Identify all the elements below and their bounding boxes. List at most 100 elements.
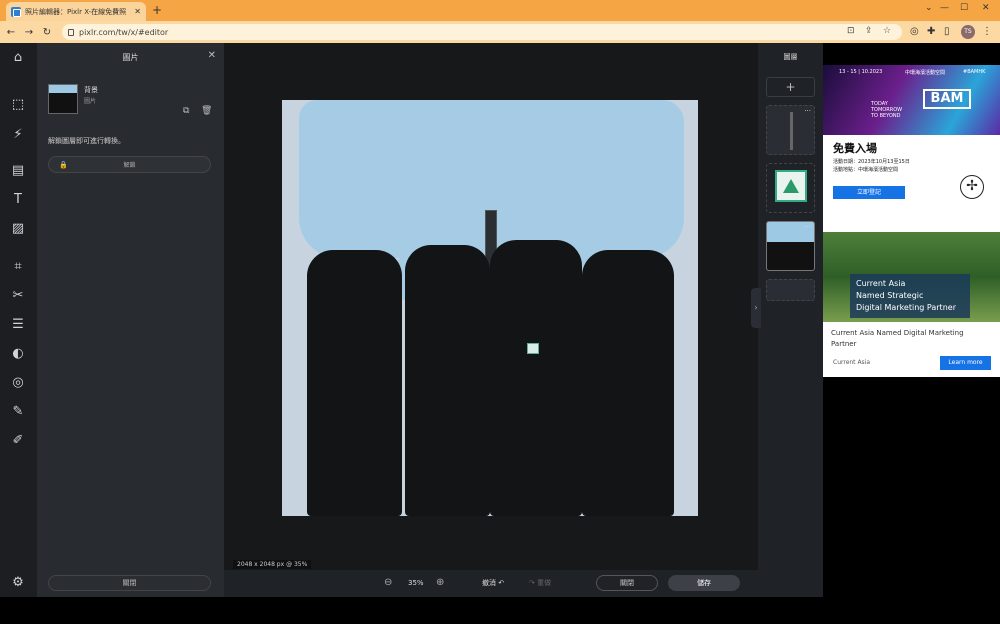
reload-icon[interactable]: ↻ [40,27,54,38]
share-icon[interactable]: ⇪ [865,26,873,36]
layer-options-icon-selected[interactable]: ··· [804,223,811,231]
unlock-hint: 解鎖圖層即可進行轉換。 [48,137,125,145]
url-text: pixlr.com/tw/x/#editor [79,27,169,37]
liquify-tool-icon[interactable]: ◎ [8,373,28,393]
text-tool-icon[interactable]: T [8,190,28,210]
ad-bam-register-button[interactable]: 立即登記 [833,186,905,199]
ad-overlay-line1: Current Asia [856,279,906,288]
auto-fix-tool-icon[interactable]: ⚡ [8,125,28,145]
collapse-panel-icon[interactable]: › [751,288,761,328]
layers-title: 圖層 [783,53,798,61]
maximize-icon[interactable]: ☐ [960,3,968,13]
layer-thumb-3[interactable]: ··· [766,221,815,271]
tool-sidebar: ⌂ ⬚ ⚡ ▤ T ▨ ⌗ ✂ ☰ ◐ ◎ ✎ ✐ ⚙ [0,43,37,597]
panel-close-button[interactable]: 關閉 [48,575,211,591]
zoom-out-icon[interactable]: ⊖ [384,577,392,588]
dark-shape-3 [490,240,582,516]
cutout-tool-icon[interactable]: ✂ [8,286,28,306]
lock-icon [68,28,74,36]
ad-bam-logo: BAM [923,89,971,109]
ad-current-asia-brand: Current Asia [833,359,871,366]
ad-current-asia-overlay: Current Asia Named Strategic Digital Mar… [850,274,970,318]
canvas-size-label: 2048 x 2048 px @ 35% [233,560,312,569]
learn-more-button[interactable]: Learn more [940,356,991,370]
side-panel-icon[interactable]: ▯ [944,26,950,37]
browser-menu-icon[interactable]: ⋮ [982,26,992,37]
profile-avatar[interactable]: TS [961,25,975,39]
layer-thumb-empty[interactable] [766,279,815,301]
tab-close-icon[interactable]: ✕ [134,7,141,16]
draw-tool-icon[interactable]: ✎ [8,402,28,422]
ad-bam-date: 13 - 15 | 10.2023 [839,69,883,75]
ad-current-asia-title[interactable]: Current Asia Named Digital Marketing Par… [831,328,991,350]
zoom-level[interactable]: 35% [408,579,424,587]
image-properties-panel: 圖片 ✕ 背景 圖片 ⧉ 🗑 解鎖圖層即可進行轉換。 🔒 解鎖 關閉 [37,43,224,597]
unlock-label: 解鎖 [123,162,136,169]
window-close-icon[interactable]: ✕ [982,3,990,13]
small-logo-image[interactable] [527,343,539,354]
browser-tab[interactable]: 照片編輯器：Pixlr X-在線免費照 ✕ [6,2,146,21]
undo-button[interactable]: 撤消 ↶ [482,578,504,588]
dark-shape-4 [582,250,674,516]
ad-current-asia[interactable]: Current Asia Named Strategic Digital Mar… [823,232,1000,377]
bottom-bar: ⊖ 35% ⊕ 撤消 ↶ ↷ 重做 關閉 儲存 [224,570,758,597]
home-icon[interactable]: ⌂ [8,48,28,68]
background-layer-preview [767,242,814,270]
redo-label: 重做 [537,579,552,587]
address-bar-row: ← → ↻ pixlr.com/tw/x/#editor ⊡ ⇪ ☆ ◎ ✚ ▯… [0,21,1000,43]
bookmark-star-icon[interactable]: ☆ [883,26,891,36]
save-button[interactable]: 儲存 [668,575,740,591]
ad-column: 13 - 15 | 10.2023 中環海濱活動空間 #BAMHK TODAY … [823,43,1000,597]
layers-panel: 圖層 + ··· ··· › [751,43,823,597]
forward-icon[interactable]: → [22,27,36,38]
dark-shape-2 [405,245,490,516]
image-canvas[interactable] [282,100,698,516]
back-icon[interactable]: ← [4,27,18,38]
tower-layer-preview [790,112,793,150]
layer-options-icon[interactable]: ··· [804,107,811,115]
logo-triangle-icon [783,179,799,193]
redo-button[interactable]: ↷ 重做 [529,578,551,588]
logo-layer-preview [775,170,807,202]
address-bar[interactable]: pixlr.com/tw/x/#editor ⊡ ⇪ ☆ [62,24,902,40]
adjust-tool-icon[interactable]: ☰ [8,315,28,335]
trash-icon[interactable]: 🗑 [201,106,212,116]
arrange-tool-icon[interactable]: ⬚ [8,95,28,115]
zoom-in-icon[interactable]: ⊕ [436,577,444,588]
close-button[interactable]: 關閉 [596,575,658,591]
ad-bam-venue-line: 活動地點：中環海濱活動空間 [833,167,899,173]
tab-search-icon[interactable]: ⌄ [925,3,933,13]
layer-thumb-1[interactable]: ··· [766,105,815,155]
layer-name: 背景 [84,86,98,94]
layer-thumbnail [48,84,78,114]
unlock-button[interactable]: 🔒 解鎖 [48,156,211,173]
padlock-icon: 🔒 [59,160,68,169]
undo-label: 撤消 [482,579,496,587]
chrome-icon[interactable]: ◎ [910,26,919,37]
google-lens-icon[interactable]: ⊡ [847,26,855,36]
panel-close-icon[interactable]: ✕ [208,50,216,61]
duplicate-icon[interactable]: ⧉ [183,106,189,116]
canvas-workspace [224,43,758,570]
ad-bam-organizer: 中環海濱活動空間 [905,70,946,76]
retouch-tool-icon[interactable]: ✐ [8,431,28,451]
ad-bam-tag: #BAMHK [963,69,986,75]
ad-bam-date-line: 活動日期：2023年10月13至15日 [833,159,910,165]
ad-overlay-line3: Digital Marketing Partner [856,303,956,312]
new-tab-button[interactable]: + [152,3,162,17]
ad-bam[interactable]: 13 - 15 | 10.2023 中環海濱活動空間 #BAMHK TODAY … [823,65,1000,250]
elements-tool-icon[interactable]: ▨ [8,219,28,239]
add-layer-button[interactable]: + [766,77,815,97]
settings-gear-icon[interactable]: ⚙ [8,573,28,593]
layout-tool-icon[interactable]: ▤ [8,161,28,181]
ad-bam-headline: 免費入場 [833,142,877,155]
browser-window: 照片編輯器：Pixlr X-在線免費照 ✕ + ⌄ — ☐ ✕ ← → ↻ pi… [0,0,1000,597]
tab-strip: 照片編輯器：Pixlr X-在線免費照 ✕ + ⌄ — ☐ ✕ [0,0,1000,21]
pixlr-favicon-icon [11,6,21,17]
minimize-icon[interactable]: — [940,3,949,13]
crop-tool-icon[interactable]: ⌗ [8,257,28,277]
extensions-icon[interactable]: ✚ [927,26,935,37]
filter-tool-icon[interactable]: ◐ [8,344,28,364]
layer-thumb-2[interactable] [766,163,815,213]
ad-overlay-line2: Named Strategic [856,291,924,300]
